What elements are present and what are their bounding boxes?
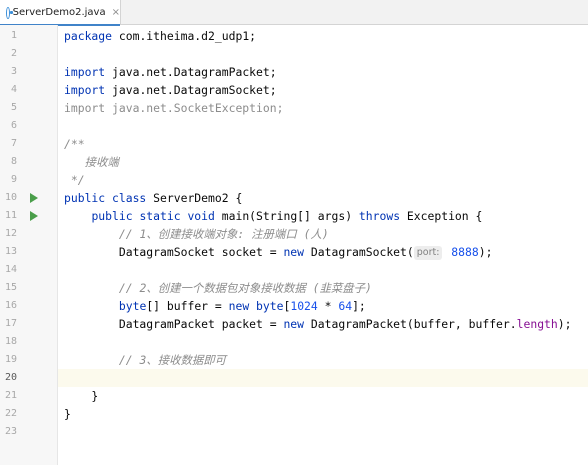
file-tab-label: ServerDemo2.java (12, 7, 106, 18)
code-line[interactable]: 2 (0, 45, 588, 63)
code-line[interactable]: 7 /** (0, 135, 588, 153)
code-text: package com.itheima.d2_udp1; (64, 29, 257, 43)
editor-tab-bar: ServerDemo2.java × (0, 0, 588, 26)
line-number: 19 (4, 354, 17, 365)
code-text: import java.net.DatagramPacket; (64, 65, 277, 79)
line-number: 18 (4, 336, 17, 347)
code-text: // 3、接收数据即可 (118, 353, 227, 367)
code-text: */ (64, 173, 85, 187)
line-number: 1 (10, 30, 17, 41)
code-line[interactable]: 9 */ (0, 171, 588, 189)
line-number: 14 (4, 264, 17, 275)
code-line[interactable]: 17 DatagramPacket packet = new DatagramP… (0, 315, 588, 333)
code-line[interactable]: 10 public class ServerDemo2 { (0, 189, 588, 207)
line-number: 10 (4, 192, 17, 203)
line-number: 4 (10, 84, 17, 95)
line-number: 15 (4, 282, 17, 293)
line-number: 6 (10, 120, 17, 131)
code-text: byte[] buffer = new byte[1024 * 64]; (118, 299, 366, 313)
line-number: 13 (4, 246, 17, 257)
line-number: 12 (4, 228, 17, 239)
code-text: public static void main(String[] args) t… (91, 209, 483, 223)
code-text: // 2、创建一个数据包对象接收数据 (韭菜盘子) (118, 281, 372, 295)
code-text: import java.net.DatagramSocket; (64, 83, 277, 97)
current-line-highlight (58, 369, 588, 387)
code-line[interactable]: 8 接收端 (0, 153, 588, 171)
line-number: 20 (4, 372, 17, 383)
code-line[interactable]: 21 } (0, 387, 588, 405)
code-line[interactable]: 1 package com.itheima.d2_udp1; (0, 27, 588, 45)
code-line[interactable]: 16 byte[] buffer = new byte[1024 * 64]; (0, 297, 588, 315)
code-text: import java.net.SocketException; (64, 101, 284, 115)
code-text: 接收端 (64, 155, 119, 169)
code-text: } (64, 389, 99, 403)
code-line[interactable]: 11 public static void main(String[] args… (0, 207, 588, 225)
line-number: 2 (10, 48, 17, 59)
code-line[interactable]: 15 // 2、创建一个数据包对象接收数据 (韭菜盘子) (0, 279, 588, 297)
close-tab-icon[interactable]: × (112, 7, 120, 18)
code-text: } (64, 407, 71, 421)
file-tab[interactable]: ServerDemo2.java × (0, 0, 121, 26)
code-text: /** (64, 137, 85, 151)
code-line[interactable]: 6 (0, 117, 588, 135)
line-number: 9 (10, 174, 17, 185)
code-line[interactable]: 23 (0, 423, 588, 441)
line-number: 3 (10, 66, 17, 77)
code-line[interactable]: 12 // 1、创建接收端对象: 注册端口 (人) (0, 225, 588, 243)
code-text: DatagramPacket packet = new DatagramPack… (64, 317, 572, 331)
line-number: 16 (4, 300, 17, 311)
run-icon[interactable] (30, 211, 38, 221)
line-number: 11 (4, 210, 17, 221)
run-icon[interactable] (30, 193, 38, 203)
line-number: 22 (4, 408, 17, 419)
code-line[interactable]: 13 DatagramSocket socket = new DatagramS… (0, 243, 588, 261)
code-line[interactable]: 22} (0, 405, 588, 423)
java-class-icon (6, 6, 13, 19)
line-number: 8 (10, 156, 17, 167)
code-line[interactable]: 3 import java.net.DatagramPacket; (0, 63, 588, 81)
line-number: 17 (4, 318, 17, 329)
code-text: public class ServerDemo2 { (64, 191, 243, 205)
code-text: // 1、创建接收端对象: 注册端口 (人) (118, 227, 329, 241)
line-number: 21 (4, 390, 17, 401)
code-line[interactable]: 4 import java.net.DatagramSocket; (0, 81, 588, 99)
code-line[interactable]: 5 import java.net.SocketException; (0, 99, 588, 117)
line-number: 5 (10, 102, 17, 113)
code-line[interactable]: 18 (0, 333, 588, 351)
code-text: DatagramSocket socket = new DatagramSock… (64, 245, 493, 260)
line-number: 23 (4, 426, 17, 437)
parameter-hint: port: (413, 246, 443, 260)
line-number: 7 (10, 138, 17, 149)
code-line[interactable]: 14 (0, 261, 588, 279)
code-line[interactable]: 19 // 3、接收数据即可 (0, 351, 588, 369)
